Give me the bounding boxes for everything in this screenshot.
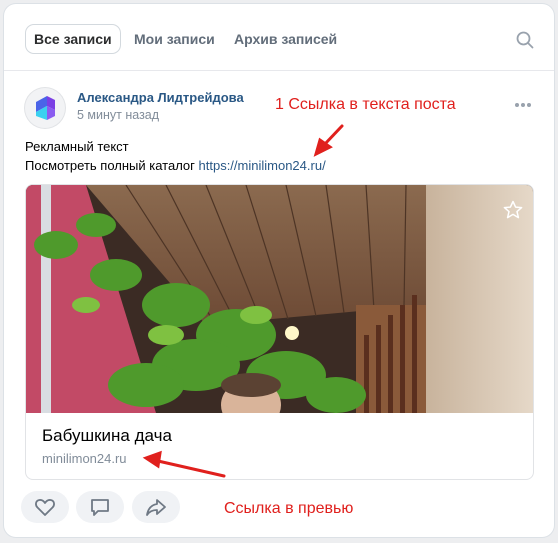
preview-domain[interactable]: minilimon24.ru <box>42 451 127 466</box>
annotation-preview-link: Ссылка в превью <box>224 500 354 517</box>
comment-button[interactable] <box>76 491 124 523</box>
share-button[interactable] <box>132 491 180 523</box>
post-text-link[interactable]: https://minilimon24.ru/ <box>199 158 326 173</box>
avatar[interactable] <box>25 88 65 128</box>
tab-my-posts[interactable]: Мои записи <box>126 25 223 53</box>
post-author[interactable]: Александра Лидтрейдова <box>77 90 244 105</box>
post-text-line: Рекламный текст <box>25 139 129 154</box>
post-text-line: Посмотреть полный каталог https://minili… <box>25 156 326 175</box>
link-preview[interactable]: Бабушкина дача minilimon24.ru <box>25 184 534 480</box>
preview-title[interactable]: Бабушкина дача <box>42 426 172 446</box>
wall-card: Все записи Мои записи Архив записей Алек… <box>4 4 554 537</box>
preview-photo-illustration <box>26 185 533 413</box>
more-icon[interactable] <box>514 102 532 108</box>
wall-tabs: Все записи Мои записи Архив записей <box>4 4 554 71</box>
post-text: Рекламный текст Посмотреть полный катало… <box>25 137 326 175</box>
post-text-prefix: Посмотреть полный каталог <box>25 158 199 173</box>
tab-archive[interactable]: Архив записей <box>226 25 345 53</box>
post-time[interactable]: 5 минут назад <box>77 108 159 122</box>
like-icon <box>35 499 55 516</box>
preview-photo[interactable] <box>26 185 533 413</box>
annotation-text-link: 1 Ссылка в текста поста <box>275 96 456 113</box>
like-button[interactable] <box>21 491 69 523</box>
tab-all-posts[interactable]: Все записи <box>26 25 120 53</box>
share-icon <box>146 499 166 516</box>
comment-icon <box>91 499 109 516</box>
avatar-logo-icon <box>36 96 55 120</box>
search-icon[interactable] <box>516 31 534 49</box>
star-icon[interactable] <box>503 200 523 220</box>
